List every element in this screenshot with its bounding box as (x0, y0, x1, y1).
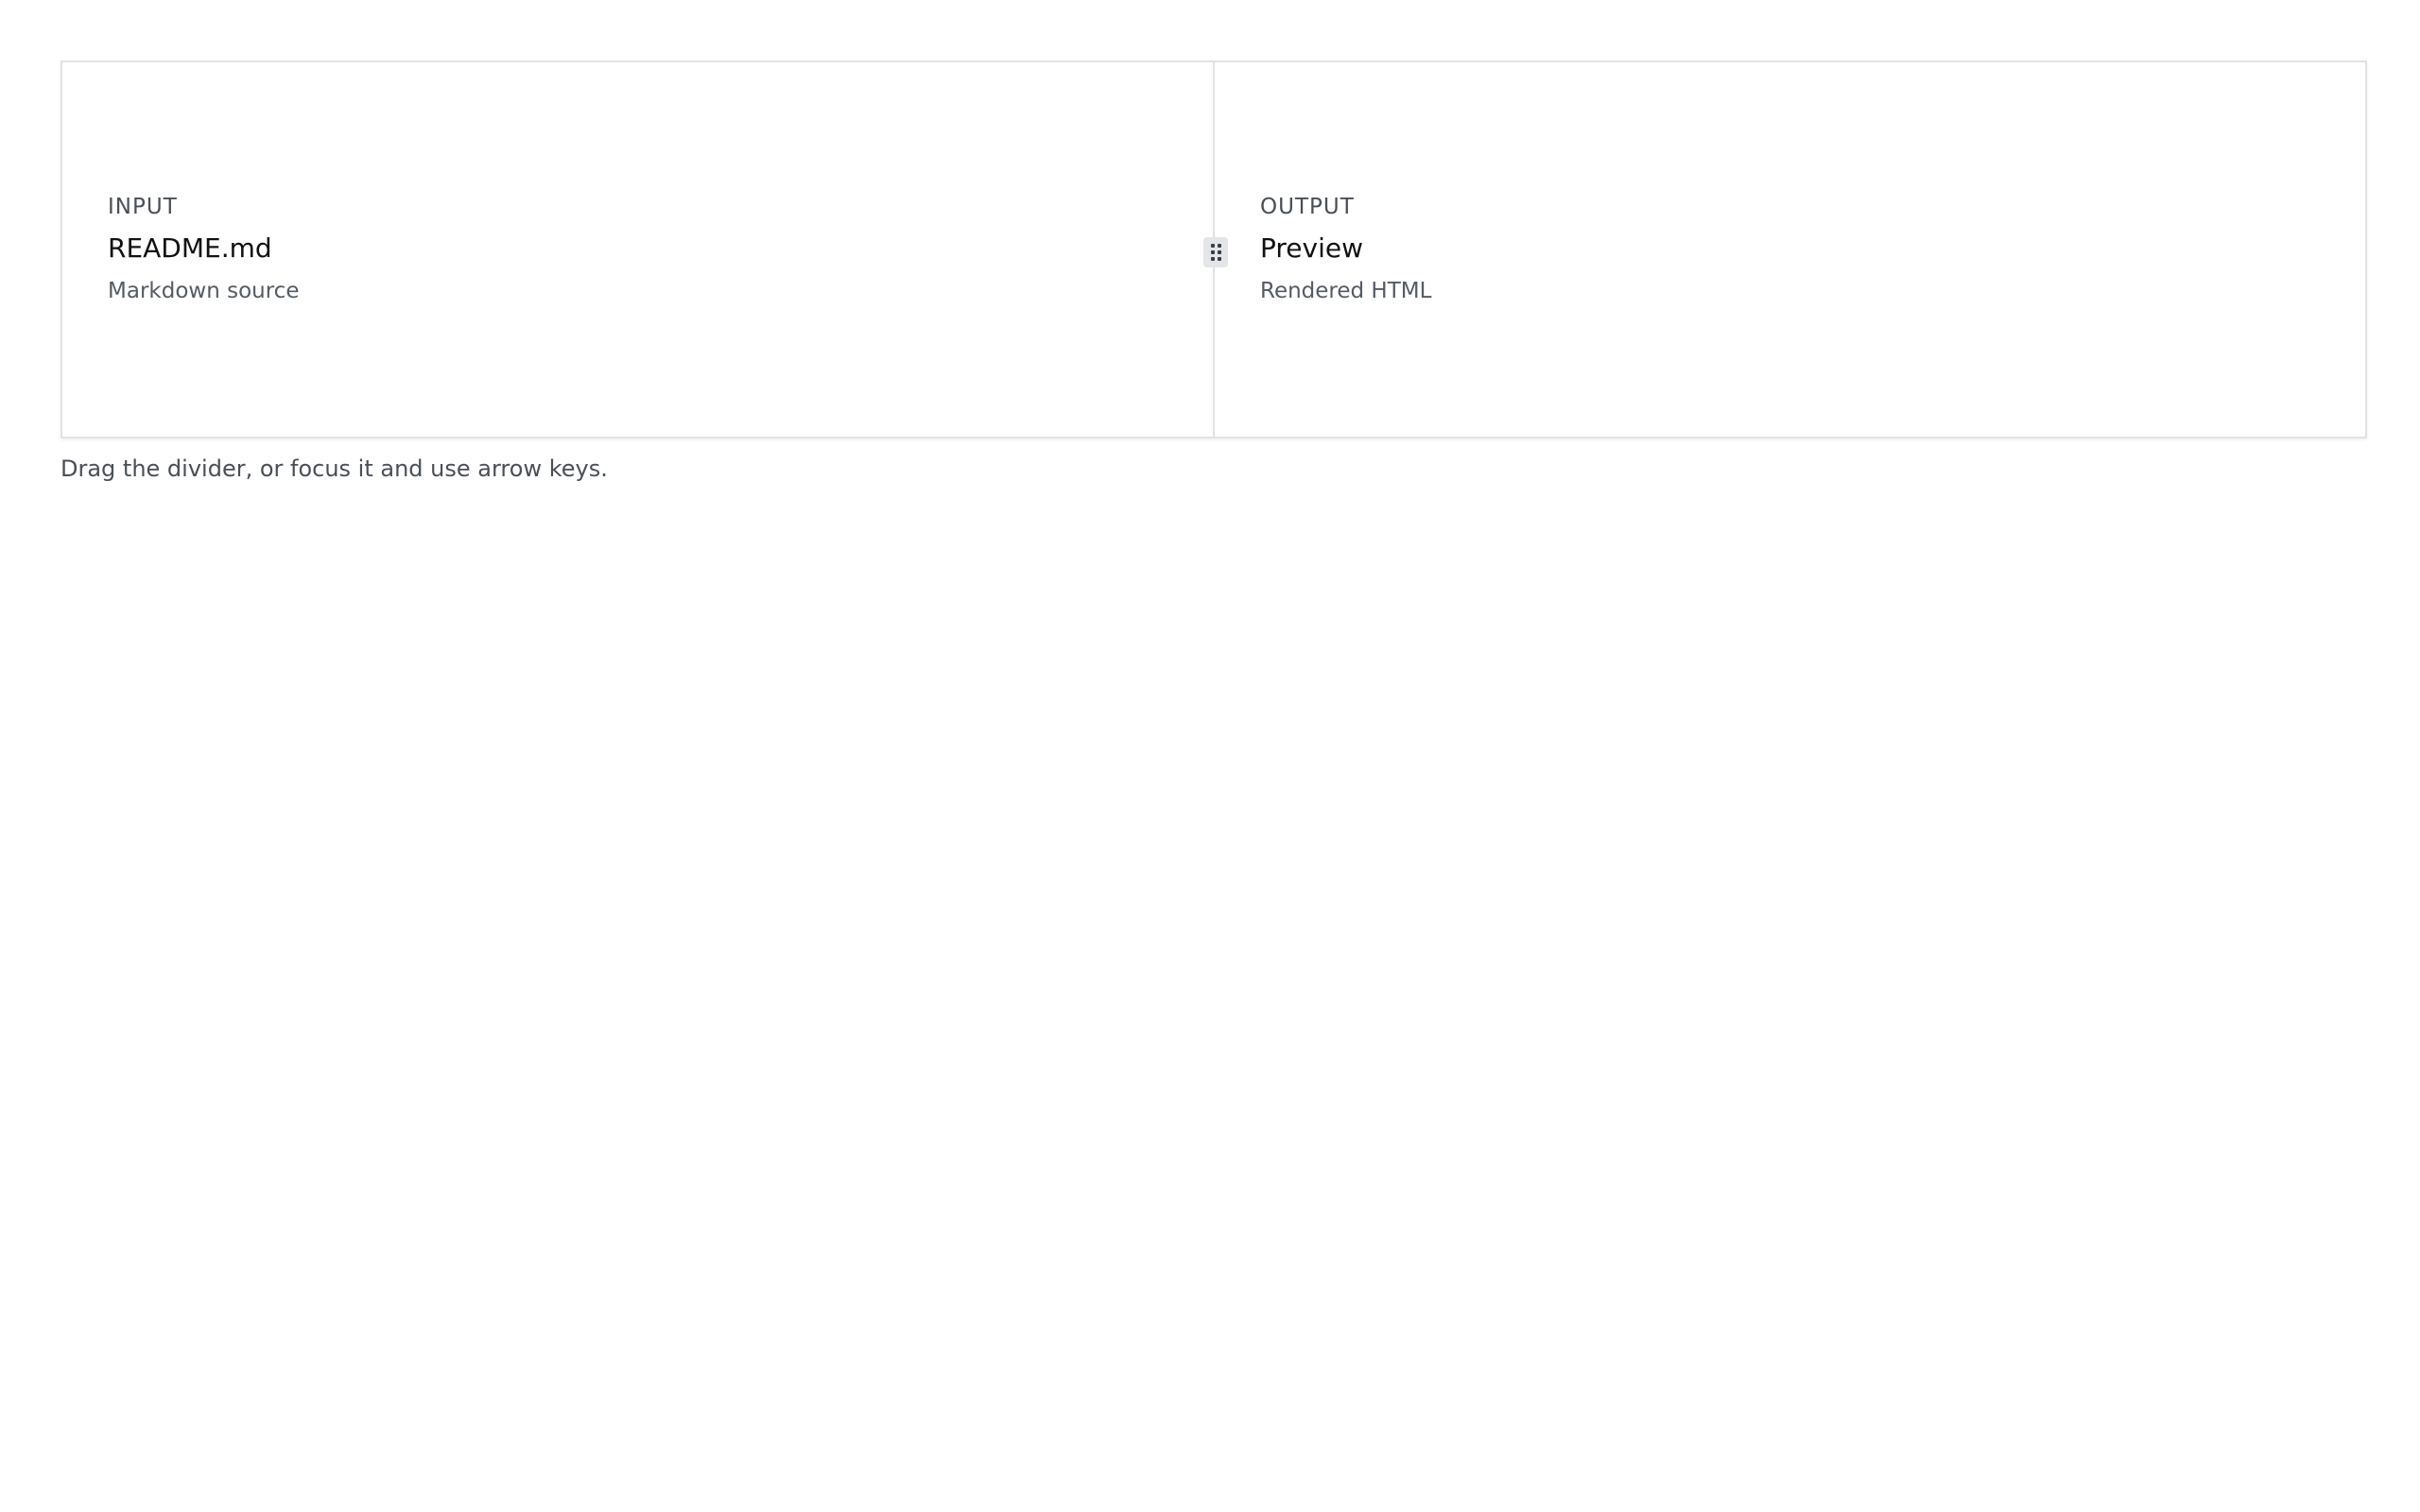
input-pane-subtitle: Markdown source (108, 279, 300, 303)
input-pane-title: README.md (108, 232, 272, 264)
output-pane: OUTPUT Preview Rendered HTML (1215, 62, 2365, 437)
pane-divider-handle[interactable] (1203, 237, 1228, 267)
output-pane-label: OUTPUT (1260, 195, 1355, 219)
split-view: INPUT README.md Markdown source OUTPUT P… (60, 60, 2367, 438)
divider-hint-text: Drag the divider, or focus it and use ar… (60, 455, 608, 482)
output-pane-subtitle: Rendered HTML (1260, 279, 1432, 303)
split-view-container: INPUT README.md Markdown source OUTPUT P… (60, 60, 2367, 484)
output-pane-title: Preview (1260, 232, 1363, 264)
grip-vertical-icon (1210, 244, 1221, 261)
input-pane-label: INPUT (108, 195, 178, 219)
input-pane: INPUT README.md Markdown source (62, 62, 1215, 437)
